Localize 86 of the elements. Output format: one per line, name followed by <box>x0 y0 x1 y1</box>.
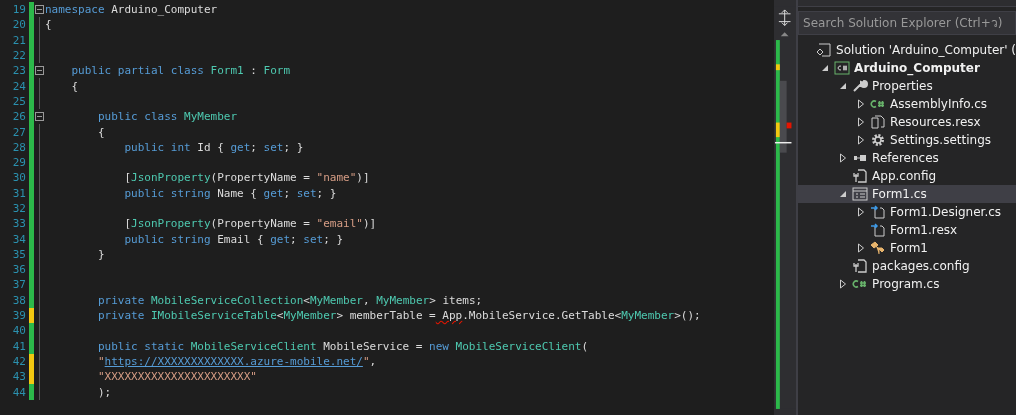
form-file-icon <box>852 187 869 201</box>
file-arrow-icon <box>870 205 887 219</box>
line-number: 41 <box>11 339 27 353</box>
code-line: public partial class Form1 : Form <box>70 64 291 78</box>
expanded-arrow-icon[interactable] <box>821 64 830 72</box>
code-line: ); <box>96 385 112 399</box>
line-number: 26 <box>11 110 27 124</box>
code-line: [JsonProperty(PropertyName = "name")] <box>123 171 370 185</box>
expanded-arrow-icon[interactable] <box>839 190 848 198</box>
collapse-icon[interactable] <box>35 112 44 122</box>
collapsed-arrow-icon[interactable] <box>839 279 848 289</box>
code-line: "https://XXXXXXXXXXXXX.azure-mobile.net/", <box>96 354 377 368</box>
tree-item[interactable]: Settings.settings <box>798 131 1016 149</box>
collapsed-arrow-icon[interactable] <box>857 99 866 109</box>
collapsed-arrow-icon[interactable] <box>857 135 866 145</box>
collapsed-arrow-icon[interactable] <box>839 153 848 163</box>
tree-item[interactable]: AssemblyInfo.cs <box>798 95 1016 113</box>
code-line: private MobileServiceCollection<MyMember, MyMember> items; <box>96 293 483 307</box>
tree-item[interactable]: References <box>798 149 1016 167</box>
csharp-file-icon <box>852 277 869 291</box>
config-file-icon <box>852 169 869 183</box>
tree-item[interactable]: Arduino_Computer <box>798 59 1016 77</box>
config-file-icon <box>852 259 869 273</box>
tree-item[interactable]: Properties <box>798 77 1016 95</box>
line-number: 38 <box>11 293 27 307</box>
code-line: public class MyMember <box>96 110 238 124</box>
line-number: 44 <box>11 385 27 399</box>
line-number: 29 <box>11 156 27 170</box>
tree-item[interactable]: Form1.Designer.cs <box>798 203 1016 221</box>
line-number: 42 <box>11 354 27 368</box>
code-line: "XXXXXXXXXXXXXXXXXXXXXX" <box>96 370 257 384</box>
tree-item[interactable]: packages.config <box>798 257 1016 275</box>
code-line: { <box>96 125 105 139</box>
line-number: 28 <box>11 140 27 154</box>
line-number: 33 <box>11 217 27 231</box>
code-line: private IMobileServiceTable<MyMember> memberTable = App.MobileService.GetTable<MyMember>(); <box>96 309 701 323</box>
tree-item[interactable]: Solution 'Arduino_Computer' ( <box>798 41 1016 59</box>
scrollbar-overview-drawing[interactable] <box>773 0 797 415</box>
line-number: 36 <box>11 263 27 277</box>
code-line: public int Id { get; set; } <box>123 140 304 154</box>
collapse-icon[interactable] <box>35 5 44 14</box>
code-line: public string Email { get; set; } <box>123 232 344 246</box>
tree-item[interactable]: App.config <box>798 167 1016 185</box>
line-number: 35 <box>11 247 27 261</box>
line-number: 21 <box>11 33 27 47</box>
line-number: 23 <box>11 64 27 78</box>
line-number: 32 <box>11 202 27 215</box>
search-field[interactable]: Search Solution Explorer (Ctrl+ว) <box>798 11 1016 35</box>
code-line: public static MobileServiceClient MobileService = new MobileServiceClient( <box>96 339 589 353</box>
line-number: 43 <box>11 370 27 384</box>
line-number: 39 <box>11 309 27 323</box>
solution-icon <box>816 43 833 57</box>
line-number: 25 <box>11 94 27 108</box>
file-arrow-icon <box>870 223 887 237</box>
wrench-icon <box>852 79 869 93</box>
collapsed-arrow-icon[interactable] <box>857 243 866 253</box>
tree-item[interactable]: Form1.resx <box>798 221 1016 239</box>
line-number: 30 <box>11 171 27 185</box>
gear-icon <box>870 133 887 147</box>
expanded-arrow-icon[interactable] <box>839 82 848 90</box>
csharp-project-icon <box>834 61 851 75</box>
line-number: 34 <box>11 232 27 246</box>
tree-item[interactable]: Form1 <box>798 239 1016 257</box>
tree-item[interactable]: Resources.resx <box>798 113 1016 131</box>
class-icon <box>870 241 887 255</box>
code-line: namespace Arduino_Computer <box>45 3 218 17</box>
line-number: 31 <box>11 186 27 200</box>
line-number: 19 <box>11 3 27 17</box>
collapsed-arrow-icon[interactable] <box>857 207 866 217</box>
collapsed-arrow-icon[interactable] <box>857 117 866 127</box>
line-number: 40 <box>11 324 27 338</box>
tree-item[interactable]: Program.cs <box>798 275 1016 293</box>
csharp-file-icon <box>870 97 887 111</box>
tree-item[interactable]: Form1.cs <box>798 185 1016 203</box>
code-line: } <box>96 247 105 261</box>
code-line: { <box>70 79 79 93</box>
line-number: 22 <box>11 49 27 63</box>
code-line: public string Name { get; set; } <box>123 186 337 200</box>
line-number: 24 <box>11 79 27 93</box>
line-number: 27 <box>11 125 27 139</box>
line-number: 20 <box>11 18 27 32</box>
code-line: { <box>45 18 52 32</box>
code-line: [JsonProperty(PropertyName = "email")] <box>123 217 377 231</box>
line-number: 37 <box>11 278 27 292</box>
collapse-icon[interactable] <box>35 66 44 76</box>
resource-file-icon <box>870 115 887 129</box>
